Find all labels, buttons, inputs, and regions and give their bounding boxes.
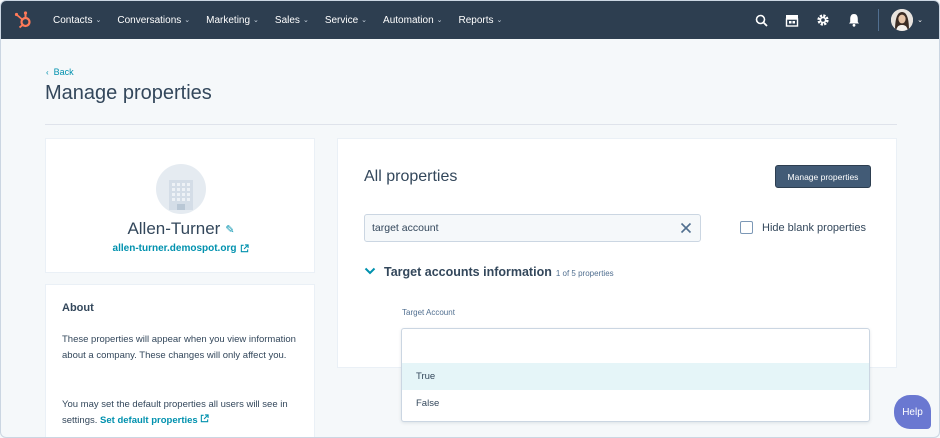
chevron-down-icon[interactable]: ⌄	[917, 16, 923, 24]
nav-item-label: Conversations	[117, 14, 182, 26]
company-name: Allen-Turner	[127, 219, 221, 238]
hubspot-logo-icon[interactable]	[13, 10, 33, 30]
external-link-icon[interactable]	[200, 414, 209, 423]
about-default-note: You may set the default properties all u…	[62, 397, 302, 429]
nav-item-conversations[interactable]: Conversations ⌄	[117, 15, 190, 26]
nav-item-service[interactable]: Service ⌄	[325, 15, 367, 26]
back-link[interactable]: ‹ Back	[46, 67, 74, 77]
notifications-icon[interactable]	[846, 12, 862, 28]
set-default-properties-link[interactable]: Set default properties	[100, 415, 198, 426]
nav-utilities: ⌄	[738, 1, 923, 39]
chevron-down-icon: ⌄	[361, 17, 368, 24]
dropdown-option-true[interactable]: True	[402, 363, 869, 390]
target-account-dropdown: True False	[401, 328, 870, 422]
hide-blank-label: Hide blank properties	[762, 221, 866, 234]
edit-pencil-icon[interactable]: ✎	[225, 223, 234, 236]
divider	[45, 124, 897, 125]
top-navigation: Contacts ⌄ Conversations ⌄ Marketing ⌄ S…	[1, 1, 939, 39]
chevron-down-icon: ⌄	[95, 17, 102, 24]
nav-item-reports[interactable]: Reports ⌄	[459, 15, 503, 26]
about-card: About These properties will appear when …	[45, 284, 315, 437]
all-properties-title: All properties	[364, 168, 458, 185]
nav-item-label: Contacts	[53, 14, 93, 26]
hide-blank-toggle[interactable]: Hide blank properties	[740, 221, 866, 234]
chevron-down-icon[interactable]	[364, 266, 376, 276]
page-title: Manage properties	[45, 82, 212, 104]
chevron-down-icon: ⌄	[253, 17, 259, 24]
target-account-label: Target Account	[402, 308, 455, 317]
search-icon[interactable]	[753, 12, 769, 28]
nav-item-automation[interactable]: Automation ⌄	[383, 15, 442, 26]
company-card: Allen-Turner ✎ allen-turner.demospot.org	[45, 138, 315, 273]
section-title: Target accounts information	[384, 265, 552, 279]
nav-item-label: Reports	[458, 14, 494, 26]
marketplace-icon[interactable]	[784, 12, 800, 28]
chevron-left-icon: ‹	[46, 67, 49, 77]
property-search-input[interactable]: target account	[364, 214, 701, 242]
back-label: Back	[53, 67, 74, 77]
section-count: 1 of 5 properties	[555, 269, 614, 278]
clear-search-icon[interactable]	[680, 222, 692, 234]
company-name-row: Allen-Turner ✎	[46, 219, 316, 239]
about-title: About	[62, 302, 94, 314]
manage-properties-button[interactable]: Manage properties	[775, 165, 871, 188]
dropdown-search-input[interactable]	[402, 329, 869, 362]
hide-blank-checkbox[interactable]	[740, 221, 753, 234]
nav-menu: Contacts ⌄ Conversations ⌄ Marketing ⌄ S…	[53, 1, 518, 39]
dropdown-option-label: False	[416, 398, 440, 409]
company-building-icon	[156, 164, 206, 214]
chevron-down-icon: ⌄	[436, 17, 443, 24]
app-window: Contacts ⌄ Conversations ⌄ Marketing ⌄ S…	[0, 0, 940, 438]
company-domain-row: allen-turner.demospot.org	[46, 243, 316, 254]
dropdown-option-false[interactable]: False	[402, 390, 869, 417]
external-link-icon[interactable]	[240, 244, 250, 253]
nav-item-label: Marketing	[206, 14, 251, 26]
section-header-target-accounts[interactable]: Target accounts information 1 of 5 prope…	[364, 265, 614, 279]
nav-item-sales[interactable]: Sales ⌄	[275, 15, 309, 26]
chevron-down-icon: ⌄	[302, 17, 309, 24]
help-button[interactable]: Help	[894, 395, 931, 429]
nav-item-label: Automation	[383, 14, 434, 26]
avatar[interactable]	[891, 9, 914, 31]
chevron-down-icon: ⌄	[496, 17, 503, 24]
company-domain-link[interactable]: allen-turner.demospot.org	[113, 243, 237, 254]
nav-item-label: Service	[324, 14, 359, 26]
chevron-down-icon: ⌄	[184, 17, 191, 24]
dropdown-option-label: True	[416, 371, 436, 382]
about-description: These properties will appear when you vi…	[62, 334, 296, 361]
nav-item-contacts[interactable]: Contacts ⌄	[53, 15, 101, 26]
nav-divider	[878, 9, 880, 31]
search-value: target account	[372, 222, 439, 234]
settings-icon[interactable]	[815, 12, 831, 28]
nav-item-marketing[interactable]: Marketing ⌄	[206, 15, 259, 26]
nav-item-label: Sales	[274, 14, 300, 26]
